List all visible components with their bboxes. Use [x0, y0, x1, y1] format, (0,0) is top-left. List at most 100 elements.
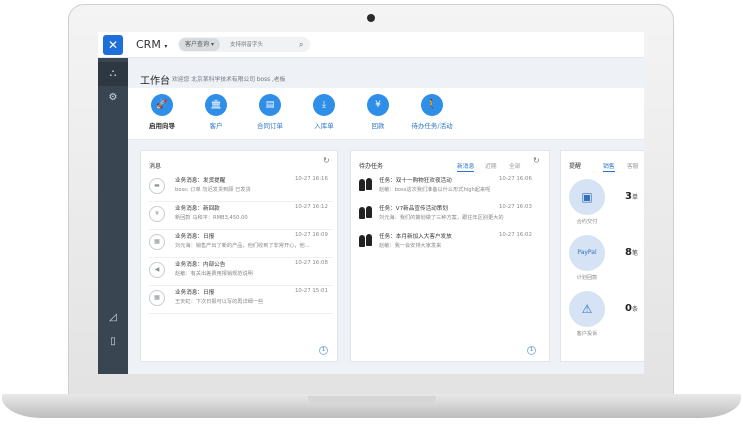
tab-all[interactable]: 全部 — [509, 161, 521, 170]
message-title: 业务消息：新回款 — [175, 206, 220, 212]
paypal-icon: PayPal — [569, 235, 605, 271]
shortcut-label: 回款 — [371, 122, 385, 130]
panel-title: 待办任务 — [359, 163, 384, 170]
refresh-icon[interactable]: ↻ — [323, 156, 330, 165]
todo-body: 赵敏：我一会安排大家发来 — [379, 243, 442, 249]
panel-title: 提醒 — [569, 163, 582, 170]
message-title: 业务消息：内部公告 — [175, 262, 226, 268]
shortcut-customers[interactable]: 🏛 客户 — [186, 94, 246, 130]
stat-value: 0条 — [625, 303, 638, 314]
shortcut-label: 合同订单 — [257, 122, 283, 130]
sitemap-icon[interactable]: ⛬ — [98, 62, 128, 86]
truck-icon: ▬ — [149, 178, 165, 194]
bullhorn-icon: ◀ — [149, 262, 165, 278]
yen-icon: ¥ — [367, 94, 389, 116]
shortcut-label: 待办任务/活动 — [411, 122, 453, 130]
message-item[interactable]: ▦ 业务消息：日报 10-27 16:09 刘元海：销售产出了新的产品，他们收到… — [149, 231, 333, 258]
stat-unit: 条 — [631, 306, 638, 313]
stat-customer-complaints[interactable]: ⚠ 客户投诉 0条 — [569, 291, 644, 341]
shortcut-bar: 🚀 启用向导 🏛 客户 ▤ 合同订单 ⤓ 入库单 ¥ 回款 🚶 待办任务/活动 — [128, 88, 644, 140]
stat-value: 8笔 — [625, 247, 638, 258]
message-body: 王天虹：下次日报可以写的再详细一些 — [175, 299, 264, 305]
message-title: 业务消息：发货提醒 — [175, 178, 226, 184]
search-input[interactable] — [230, 39, 300, 50]
message-body: 赵敏：有关出差费用报销规范说明 — [175, 271, 253, 277]
stat-value: 3单 — [625, 191, 638, 202]
laptop-frame: ✕ CRM ▾ 客户查询 ▾ ⌕ ⛬ ⚙ ◿ ▯ 工作台 欢迎您 北京某科学技术… — [0, 0, 743, 428]
message-item[interactable]: ◀ 业务消息：内部公告 10-27 16:08 赵敏：有关出差费用报销规范说明 — [149, 259, 333, 286]
search-type-dropdown[interactable]: 客户查询 ▾ — [179, 38, 220, 51]
shortcut-setup-wizard[interactable]: 🚀 启用向导 — [132, 94, 192, 130]
stat-number: 8 — [625, 247, 632, 258]
tablet-icon[interactable]: ▯ — [98, 330, 128, 354]
todo-body: 刘元海：我们的策划做了三种方案，跟往年区别更大的 — [379, 215, 504, 221]
shortcut-label: 入库单 — [314, 122, 334, 130]
search-bar: 客户查询 ▾ ⌕ — [178, 37, 310, 52]
app-logo[interactable]: ✕ — [103, 35, 123, 55]
todo-item[interactable]: 任务：本月新加入大客户发放 10-27 16:02 赵敏：我一会安排大家发来 — [359, 231, 537, 259]
caret-down-icon: ▾ — [210, 41, 214, 48]
stat-number: 0 — [625, 303, 632, 314]
app-menu[interactable]: CRM ▾ — [136, 38, 167, 51]
message-body: 刘元海：销售产出了新的产品，他们收到了非常开心，他... — [175, 243, 310, 249]
message-item[interactable]: ▦ 业务消息：日报 10-27 15:01 王天虹：下次日报可以写的再详细一些 — [149, 287, 333, 314]
page-number-button[interactable]: 1 — [527, 346, 536, 355]
cubes-icon: ▣ — [569, 179, 605, 215]
shortcut-payments[interactable]: ¥ 回款 — [348, 94, 408, 130]
shortcut-label: 客户 — [209, 122, 223, 130]
camera-icon — [367, 14, 375, 22]
stat-unit: 单 — [631, 194, 638, 201]
warning-icon: ⚠ — [569, 291, 605, 327]
stat-contract-delivery[interactable]: ▣ 合约交付 3单 — [569, 179, 644, 229]
page-title: 工作台 — [140, 76, 170, 87]
message-time: 10-27 16:12 — [295, 204, 328, 210]
reminders-panel: 提醒 销售 客服 ▣ 合约交付 3单 PayPal 计划回款 8笔 ⚠ 客户投诉… — [560, 150, 644, 362]
todo-body: 赵敏：boss这次我们准备以什么形式high起来呢 — [379, 187, 491, 193]
todo-time: 10-27 16:03 — [499, 204, 532, 210]
stat-planned-payment[interactable]: PayPal 计划回款 8笔 — [569, 235, 644, 285]
tab-sales[interactable]: 销售 — [603, 161, 615, 172]
tab-recent[interactable]: 近期 — [485, 161, 497, 170]
message-title: 业务消息：日报 — [175, 234, 215, 240]
stat-label: 合约交付 — [576, 219, 598, 225]
top-bar: ✕ CRM ▾ 客户查询 ▾ ⌕ — [98, 32, 644, 58]
message-item[interactable]: ▬ 业务消息：发货提醒 10-27 16:16 boss: 订单 勿迟发货到顾 … — [149, 175, 333, 202]
message-body: 新回款 马和平：RMB3,450.00 — [175, 215, 248, 221]
avatar — [359, 205, 373, 219]
rocket-icon: 🚀 — [151, 94, 173, 116]
message-item[interactable]: ¥ 业务消息：新回款 10-27 16:12 新回款 马和平：RMB3,450.… — [149, 203, 333, 230]
shortcut-contract-orders[interactable]: ▤ 合同订单 — [240, 94, 300, 130]
chevron-down-icon: ▾ — [164, 43, 168, 50]
shortcut-label: 启用向导 — [149, 122, 175, 130]
area-chart-icon[interactable]: ◿ — [98, 306, 128, 330]
message-time: 10-27 15:01 — [295, 288, 328, 294]
tab-new-messages[interactable]: 新消息 — [457, 161, 475, 172]
stat-label: 计划回款 — [576, 275, 598, 281]
avatar — [359, 233, 373, 247]
app-screen: ✕ CRM ▾ 客户查询 ▾ ⌕ ⛬ ⚙ ◿ ▯ 工作台 欢迎您 北京某科学技术… — [98, 32, 644, 374]
document-icon: ▤ — [259, 94, 281, 116]
stat-number: 3 — [625, 191, 632, 202]
search-icon[interactable]: ⌕ — [299, 38, 303, 51]
download-icon: ⤓ — [313, 94, 335, 116]
todo-title: 任务：V7新品宣传活动策划 — [379, 206, 448, 212]
todo-title: 任务：本月新加入大客户发放 — [379, 234, 452, 240]
laptop-notch — [308, 396, 436, 404]
todo-panel: 待办任务 新消息 近期 全部 ↻ 任务：双十一购物狂欢夜活动 10-27 16:… — [350, 150, 550, 362]
shortcut-tasks-activities[interactable]: 🚶 待办任务/活动 — [402, 94, 462, 130]
calendar-icon: ▦ — [149, 234, 165, 250]
app-name: CRM — [136, 38, 161, 51]
walk-icon: 🚶 — [421, 94, 443, 116]
avatar — [359, 177, 373, 191]
stat-unit: 笔 — [631, 250, 638, 257]
message-time: 10-27 16:09 — [295, 232, 328, 238]
gears-icon[interactable]: ⚙ — [98, 86, 128, 110]
search-type-label: 客户查询 — [185, 41, 210, 48]
page-number-button[interactable]: 1 — [319, 346, 328, 355]
stat-label: 客户投诉 — [576, 331, 598, 337]
todo-item[interactable]: 任务：双十一购物狂欢夜活动 10-27 16:06 赵敏：boss这次我们准备以… — [359, 175, 537, 203]
tab-service[interactable]: 客服 — [627, 161, 639, 170]
todo-item[interactable]: 任务：V7新品宣传活动策划 10-27 16:03 刘元海：我们的策划做了三种方… — [359, 203, 537, 231]
refresh-icon[interactable]: ↻ — [533, 156, 540, 165]
shortcut-warehouse-receipt[interactable]: ⤓ 入库单 — [294, 94, 354, 130]
